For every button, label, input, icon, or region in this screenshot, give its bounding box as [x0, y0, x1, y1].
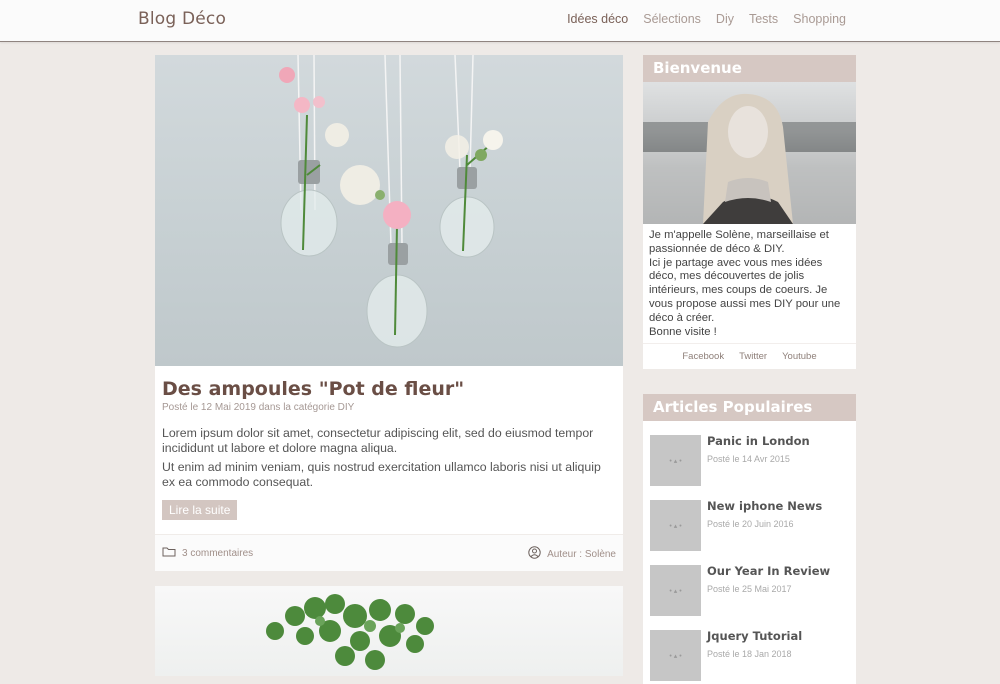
popular-item-title[interactable]: Jquery Tutorial	[707, 629, 802, 643]
thumbnail-placeholder-icon[interactable]: • ▴ •	[650, 630, 701, 681]
user-icon	[528, 546, 541, 562]
main-nav: Idées déco Sélections Diy Tests Shopping	[567, 12, 846, 26]
welcome-widget: Bienvenue Je m'appelle Solène, marseilla…	[643, 55, 856, 370]
popular-item[interactable]: • ▴ • Panic in London Posté le 14 Avr 20…	[650, 434, 849, 486]
post-excerpt: Lorem ipsum dolor sit amet, consectetur …	[162, 426, 617, 494]
read-more-button[interactable]: Lire la suite	[162, 500, 238, 520]
welcome-line: Je m'appelle Solène, marseillaise et pas…	[649, 229, 829, 255]
top-navbar: Blog Déco Idées déco Sélections Diy Test…	[0, 0, 1000, 42]
popular-item[interactable]: • ▴ • Jquery Tutorial Posté le 18 Jan 20…	[650, 629, 849, 681]
youtube-link[interactable]: Youtube	[782, 351, 817, 362]
author-name[interactable]: Auteur : Solène	[547, 549, 616, 560]
nav-tests[interactable]: Tests	[749, 12, 778, 26]
popular-item[interactable]: • ▴ • New iphone News Posté le 20 Juin 2…	[650, 499, 849, 551]
welcome-line: Ici je partage avec vous mes idées déco,…	[649, 256, 841, 324]
author-info: Auteur : Solène	[528, 546, 616, 562]
comments-count[interactable]: 3 commentaires	[182, 548, 253, 559]
social-links: Facebook Twitter Youtube	[643, 343, 856, 369]
popular-item-date: Posté le 14 Avr 2015	[707, 454, 790, 464]
twitter-link[interactable]: Twitter	[739, 351, 767, 362]
popular-articles-widget: Articles Populaires • ▴ • Panic in Londo…	[643, 394, 856, 684]
post-meta: Posté le 12 Mai 2019 dans la catégorie D…	[162, 402, 355, 413]
folder-icon	[162, 546, 176, 560]
welcome-text: Je m'appelle Solène, marseillaise et pas…	[643, 224, 856, 343]
popular-item-title[interactable]: Our Year In Review	[707, 564, 830, 578]
post-card: Des ampoules "Pot de fleur" Posté le 12 …	[155, 55, 623, 571]
post-hero-image[interactable]	[155, 55, 623, 366]
nav-idees-deco[interactable]: Idées déco	[567, 12, 628, 26]
thumbnail-placeholder-icon[interactable]: • ▴ •	[650, 565, 701, 616]
popular-title: Articles Populaires	[643, 394, 856, 421]
welcome-line: Bonne visite !	[649, 325, 717, 338]
popular-item-title[interactable]: New iphone News	[707, 499, 822, 513]
welcome-title: Bienvenue	[643, 55, 856, 82]
thumbnail-placeholder-icon[interactable]: • ▴ •	[650, 435, 701, 486]
popular-item-date: Posté le 20 Juin 2016	[707, 519, 794, 529]
popular-item-date: Posté le 25 Mai 2017	[707, 584, 792, 594]
popular-item[interactable]: • ▴ • Our Year In Review Posté le 25 Mai…	[650, 564, 849, 616]
comments-link[interactable]: 3 commentaires	[162, 546, 253, 560]
profile-photo	[643, 82, 856, 224]
post-paragraph: Lorem ipsum dolor sit amet, consectetur …	[162, 426, 594, 455]
next-post-image[interactable]	[155, 586, 623, 676]
plant-illustration	[266, 594, 434, 670]
thumbnail-placeholder-icon[interactable]: • ▴ •	[650, 500, 701, 551]
site-logo[interactable]: Blog Déco	[138, 9, 226, 29]
nav-selections[interactable]: Sélections	[643, 12, 701, 26]
hanging-bulbs-illustration	[279, 55, 503, 348]
popular-list: • ▴ • Panic in London Posté le 14 Avr 20…	[643, 421, 856, 681]
popular-item-date: Posté le 18 Jan 2018	[707, 649, 792, 659]
post-footer: 3 commentaires Auteur : Solène	[155, 534, 623, 571]
post-title[interactable]: Des ampoules "Pot de fleur"	[162, 378, 464, 400]
post-paragraph: Ut enim ad minim veniam, quis nostrud ex…	[162, 460, 601, 489]
popular-item-title[interactable]: Panic in London	[707, 434, 810, 448]
nav-shopping[interactable]: Shopping	[793, 12, 846, 26]
facebook-link[interactable]: Facebook	[682, 351, 724, 362]
nav-diy[interactable]: Diy	[716, 12, 734, 26]
